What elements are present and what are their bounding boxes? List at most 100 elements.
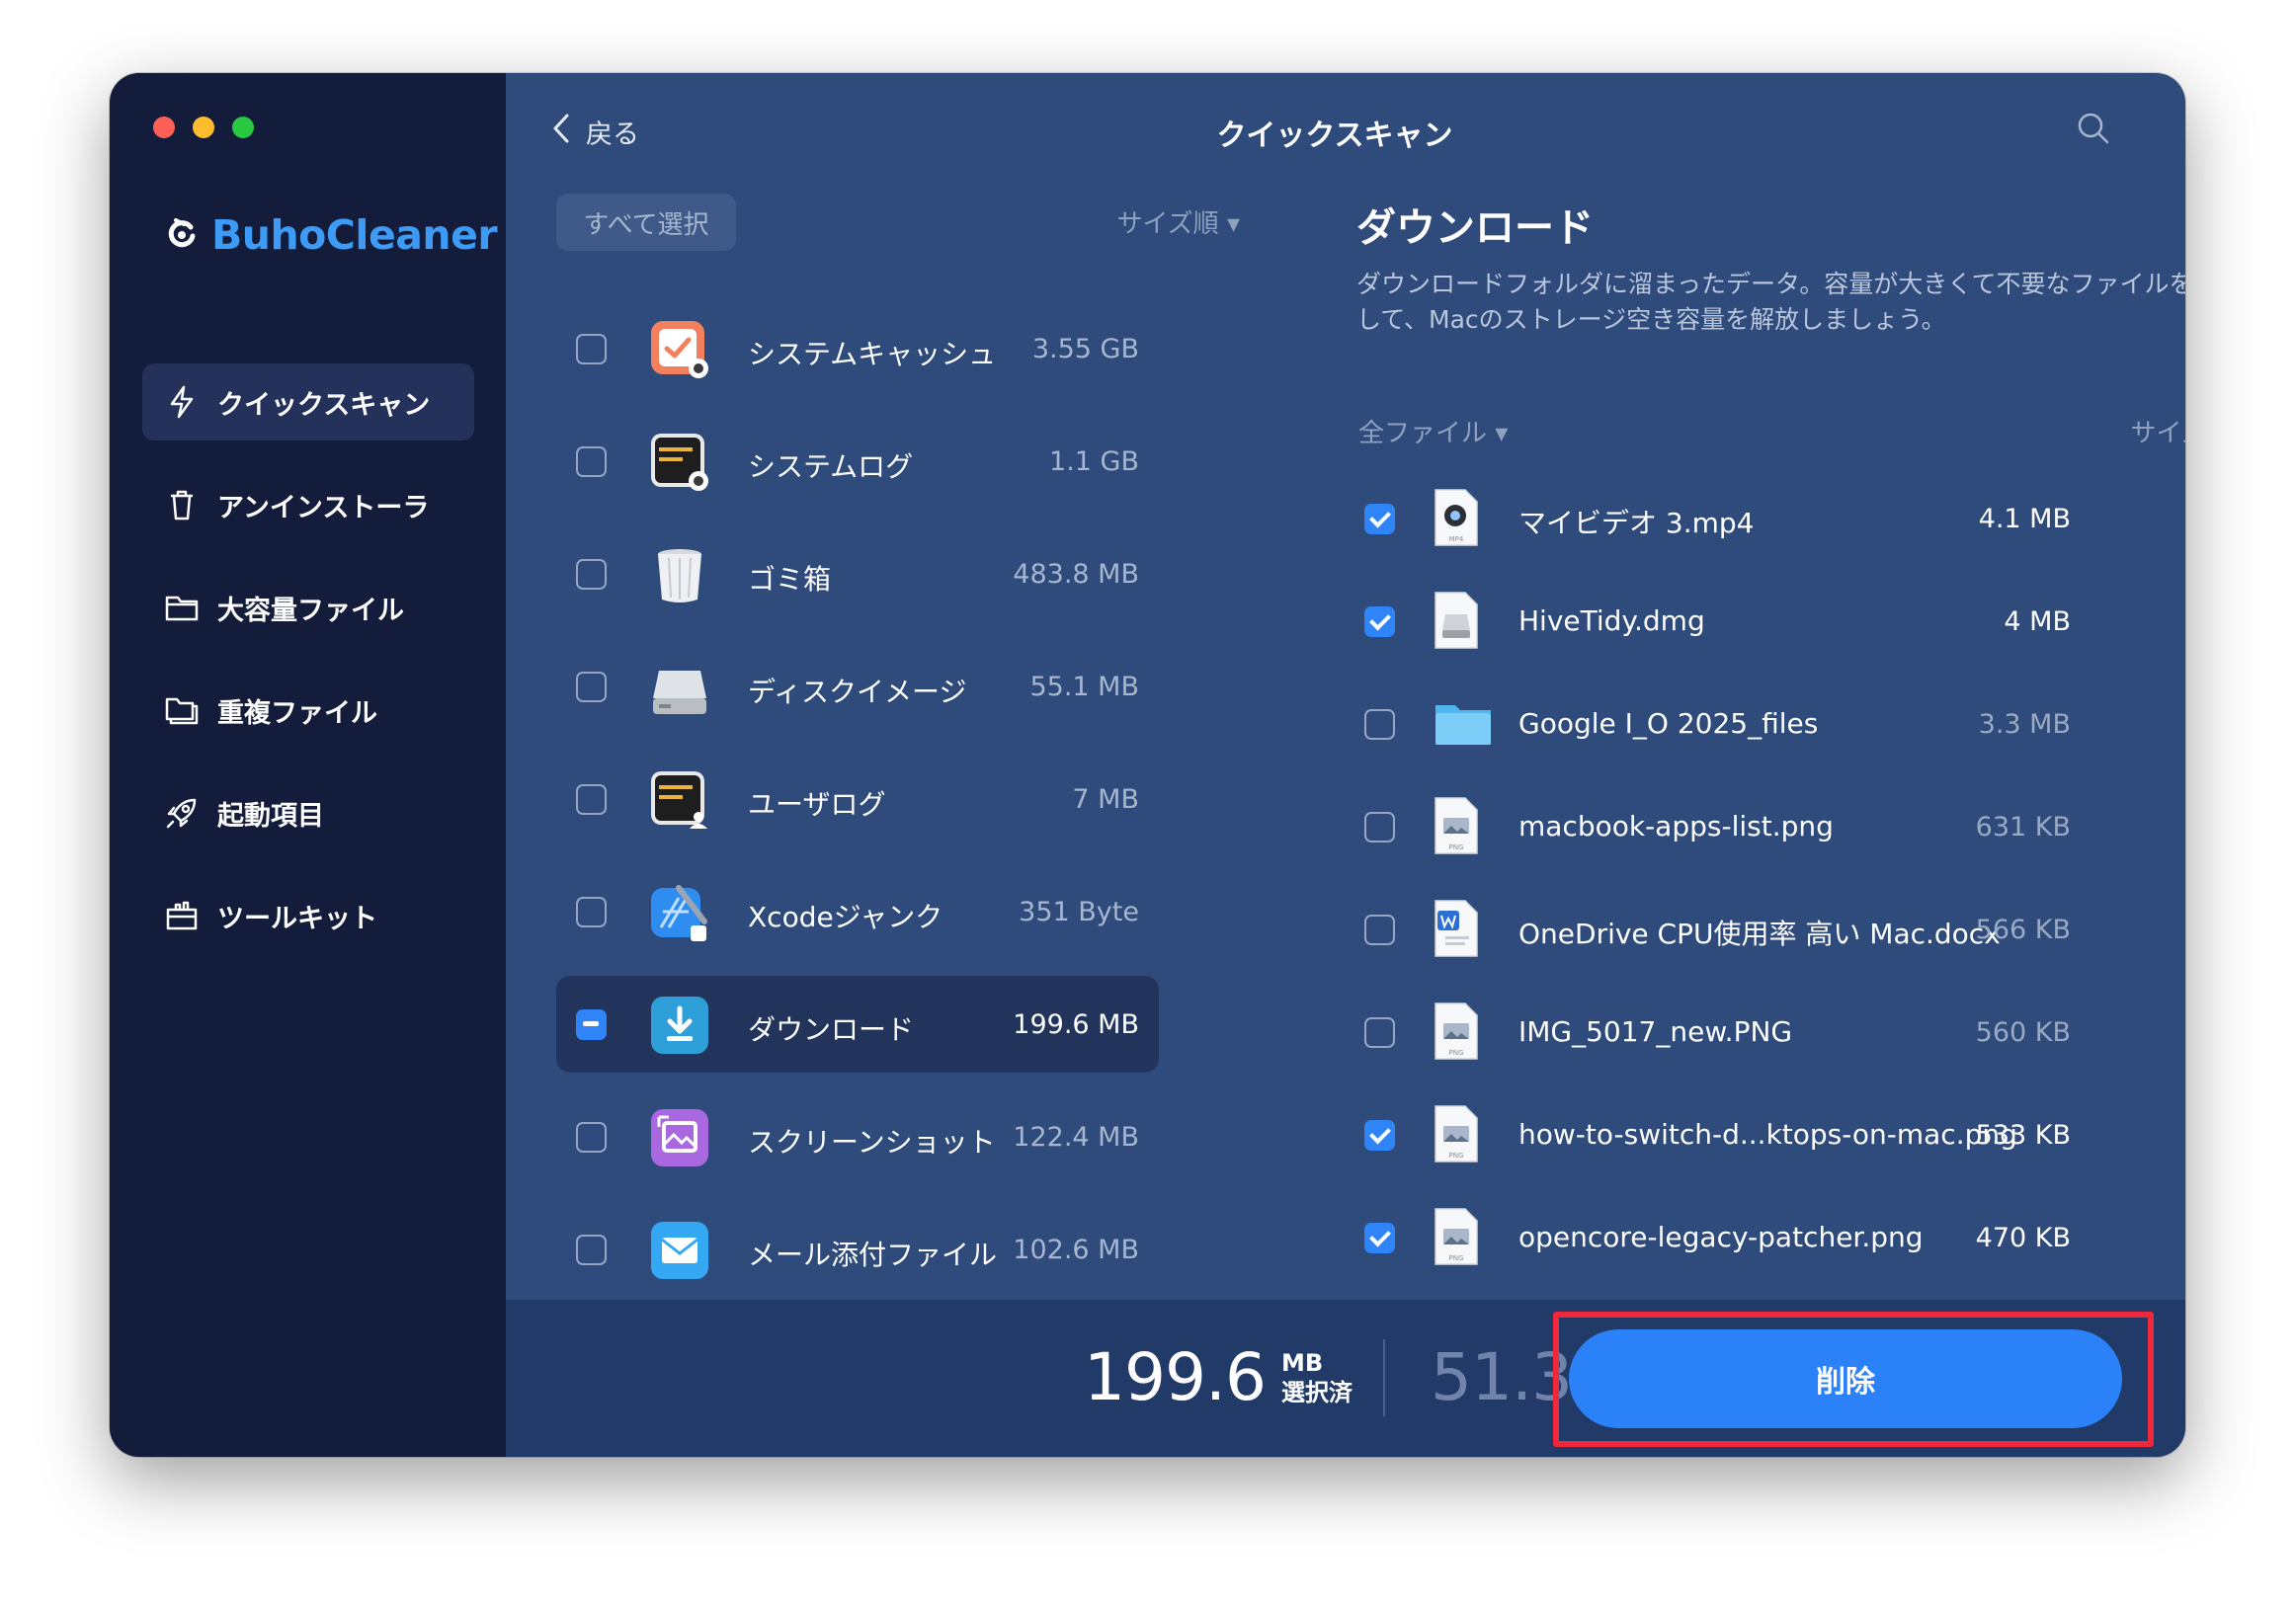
file-checkbox[interactable] [1364, 1223, 1395, 1253]
category-name: ゴミ箱 [748, 563, 832, 596]
close-window-button[interactable] [153, 117, 175, 138]
sidebar-item-uninstaller[interactable]: アンインストーラ [142, 466, 474, 543]
file-row[interactable]: MP4 マイビデオ 3.mp4 4.1 MB [1347, 468, 2185, 571]
file-size: 470 KB [1975, 1223, 2071, 1253]
category-name: ディスクイメージ [748, 676, 967, 708]
file-checkbox[interactable] [1364, 606, 1395, 637]
file-name: how-to-switch-d...ktops-on-mac.png [1518, 1118, 2017, 1151]
category-row-system-log[interactable]: システムログ 1.1 GB [556, 413, 1159, 510]
category-checkbox[interactable] [576, 1009, 607, 1040]
sidebar-item-label: アンインストーラ [217, 492, 430, 523]
user-log-icon [649, 769, 710, 831]
category-name: Xcodeジャンク [748, 901, 943, 933]
zoom-window-button[interactable] [232, 117, 254, 138]
sidebar-item-label: 重複ファイル [217, 697, 377, 729]
category-checkbox[interactable] [576, 1122, 607, 1153]
category-row-trash[interactable]: ゴミ箱 483.8 MB [556, 525, 1159, 622]
category-sort-dropdown[interactable]: サイズ順 ▾ [1007, 203, 1240, 240]
file-size: 631 KB [1975, 812, 2071, 842]
word-file-icon [1434, 899, 1479, 962]
sidebar-item-quick-scan[interactable]: クイックスキャン [142, 363, 474, 441]
app-brand: BuhoCleaner [164, 211, 498, 259]
category-checkbox[interactable] [576, 784, 607, 815]
category-checkbox[interactable] [576, 559, 607, 590]
category-checkbox[interactable] [576, 1235, 607, 1265]
file-name: OneDrive CPU使用率 高い Mac.docx [1518, 918, 2001, 950]
file-row[interactable]: HiveTidy.dmg 4 MB [1347, 571, 2185, 674]
file-filter-dropdown[interactable]: 全ファイル ▾ [1358, 413, 1508, 449]
svg-text:PNG: PNG [1449, 1254, 1464, 1262]
category-row-xcode-junk[interactable]: Xcodeジャンク 351 Byte [556, 863, 1159, 960]
category-checkbox[interactable] [576, 672, 607, 702]
section-description: ダウンロードフォルダに溜まったデータ。容量が大きくて不要なファイルを削除して、M… [1356, 270, 2185, 334]
category-size: 199.6 MB [1013, 1009, 1139, 1040]
xcode-icon [649, 882, 710, 943]
sidebar-nav: クイックスキャン アンインストーラ 大容量ファイル 重複ファイル 起動項目 ツー… [142, 363, 474, 980]
category-row-mail-attachments[interactable]: メール添付ファイル 102.6 MB [556, 1201, 1159, 1298]
delete-button[interactable]: 削除 [1569, 1329, 2122, 1428]
trash-bin-icon [649, 544, 710, 605]
file-size: 4.1 MB [1978, 504, 2071, 534]
mail-attachment-icon [649, 1220, 710, 1281]
select-all-button[interactable]: すべて選択 [556, 194, 736, 251]
category-size: 483.8 MB [1013, 559, 1139, 590]
svg-text:MP4: MP4 [1449, 535, 1464, 543]
selected-size-stat: 199.6 MB 選択済 [1084, 1339, 1353, 1415]
file-name: IMG_5017_new.PNG [1518, 1015, 1793, 1048]
folder-icon [164, 590, 200, 625]
file-name: macbook-apps-list.png [1518, 810, 1834, 842]
file-row[interactable]: Google I_O 2025_files 3.3 MB [1347, 674, 2185, 776]
page-title: クイックスキャン [1216, 119, 1453, 153]
svg-text:PNG: PNG [1449, 1152, 1464, 1160]
total-size-value: 51.3 [1431, 1339, 1573, 1415]
sidebar-item-label: 大容量ファイル [217, 595, 404, 626]
category-checkbox[interactable] [576, 446, 607, 477]
back-button[interactable]: 戻る [552, 113, 639, 151]
file-row[interactable]: PNG macbook-apps-list.png 631 KB [1347, 776, 2185, 879]
file-row[interactable]: PNG IMG_5017_new.PNG 560 KB [1347, 982, 2185, 1084]
folder-icon [1434, 693, 1493, 757]
dmg-file-icon [1434, 591, 1479, 654]
app-logo-icon [164, 215, 200, 255]
category-checkbox[interactable] [576, 897, 607, 927]
svg-text:PNG: PNG [1449, 1049, 1464, 1057]
file-size: 566 KB [1975, 915, 2071, 945]
minimize-window-button[interactable] [193, 117, 214, 138]
png-file-icon: PNG [1434, 1002, 1479, 1065]
stat-divider [1383, 1339, 1385, 1416]
category-size: 7 MB [1072, 784, 1139, 815]
sidebar-item-large-files[interactable]: 大容量ファイル [142, 569, 474, 646]
sidebar: BuhoCleaner クイックスキャン アンインストーラ 大容量ファイル 重複… [110, 73, 506, 1457]
category-row-screenshots[interactable]: スクリーンショット 122.4 MB [556, 1088, 1159, 1185]
category-row-user-log[interactable]: ユーザログ 7 MB [556, 751, 1159, 847]
file-checkbox[interactable] [1364, 1120, 1395, 1151]
file-row[interactable]: PNG how-to-switch-d...ktops-on-mac.png 5… [1347, 1084, 2185, 1187]
file-size: 4 MB [2004, 606, 2071, 637]
sidebar-item-label: クイックスキャン [217, 389, 431, 421]
file-list: MP4 マイビデオ 3.mp4 4.1 MB HiveTidy.dmg 4 MB… [1347, 468, 2185, 1290]
sidebar-item-toolkit[interactable]: ツールキット [142, 877, 474, 954]
file-row[interactable]: OneDrive CPU使用率 高い Mac.docx 566 KB [1347, 879, 2185, 982]
file-sort-dropdown[interactable]: サイズ順 ▾ [2066, 413, 2185, 449]
category-row-downloads[interactable]: ダウンロード 199.6 MB [556, 976, 1159, 1073]
file-checkbox[interactable] [1364, 709, 1395, 740]
file-name: HiveTidy.dmg [1518, 604, 1705, 637]
file-checkbox[interactable] [1364, 504, 1395, 534]
file-row[interactable]: PNG opencore-legacy-patcher.png 470 KB [1347, 1187, 2185, 1290]
category-name: スクリーンショット [748, 1126, 996, 1159]
category-row-system-cache[interactable]: システムキャッシュ 3.55 GB [556, 300, 1159, 397]
video-file-icon: MP4 [1434, 488, 1479, 551]
file-checkbox[interactable] [1364, 915, 1395, 945]
system-cache-icon [649, 319, 710, 380]
sidebar-item-startup-items[interactable]: 起動項目 [142, 774, 474, 851]
category-checkbox[interactable] [576, 334, 607, 364]
png-file-icon: PNG [1434, 1207, 1479, 1270]
file-checkbox[interactable] [1364, 1017, 1395, 1048]
app-name: BuhoCleaner [211, 211, 498, 259]
category-row-disk-image[interactable]: ディスクイメージ 55.1 MB [556, 638, 1159, 735]
sidebar-item-duplicates[interactable]: 重複ファイル [142, 672, 474, 749]
category-name: システムログ [748, 450, 914, 483]
category-size: 1.1 GB [1049, 446, 1139, 477]
search-button[interactable] [2076, 111, 2111, 150]
file-checkbox[interactable] [1364, 812, 1395, 842]
